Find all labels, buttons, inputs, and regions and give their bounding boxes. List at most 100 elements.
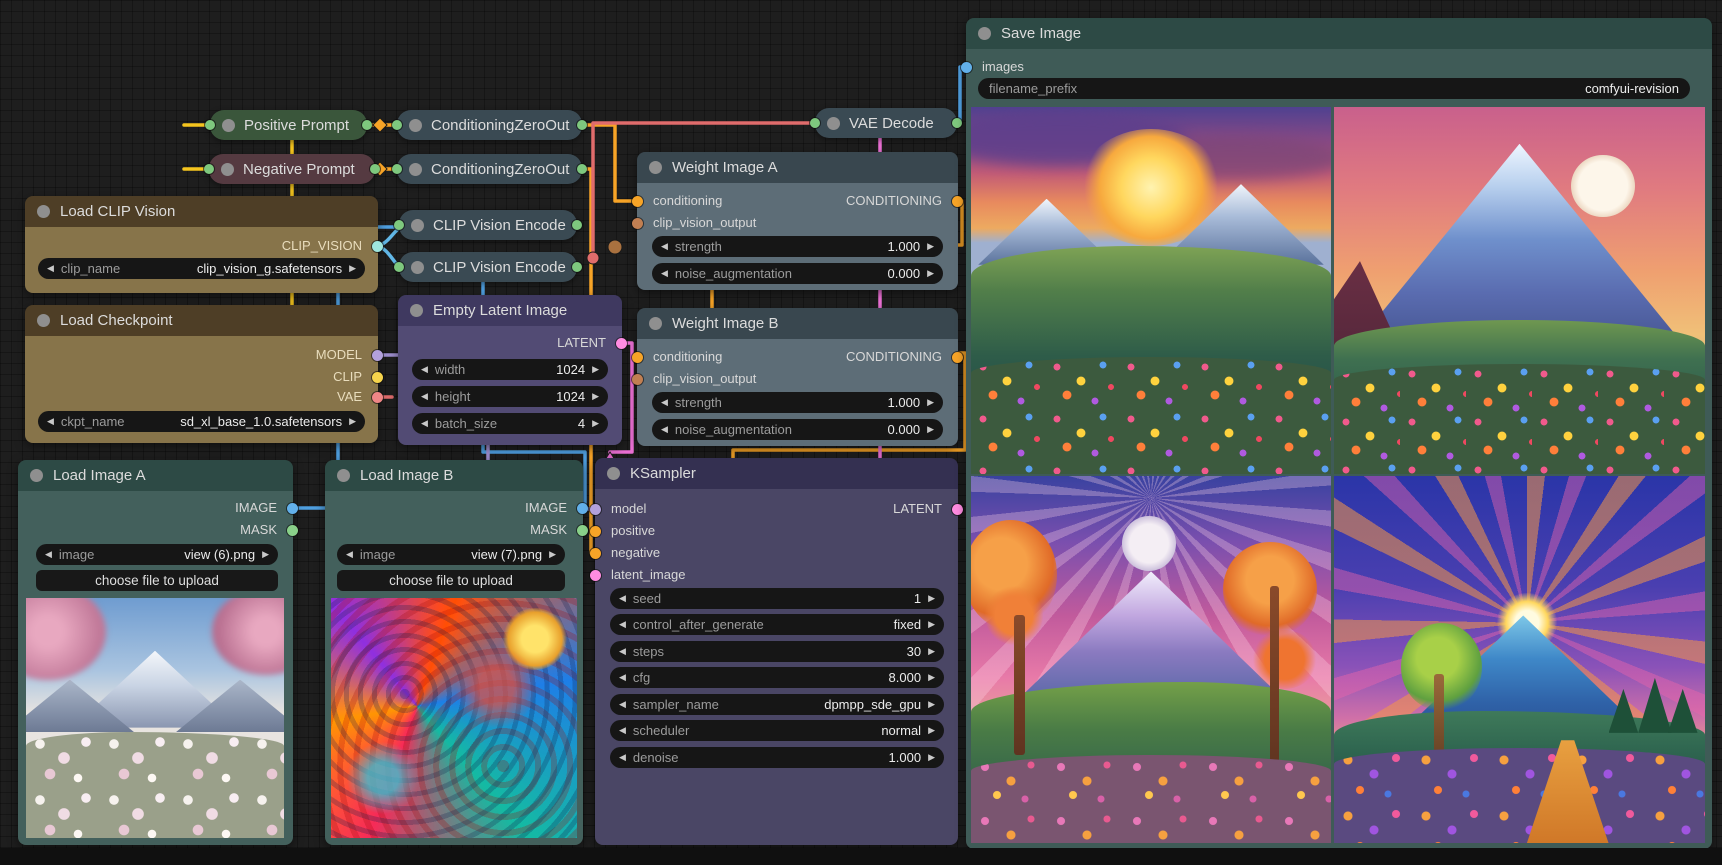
denoise-widget[interactable]: ◀ denoise 1.000 ▶: [610, 747, 944, 768]
noise-augmentation-widget[interactable]: ◀ noise_augmentation 0.000 ▶: [652, 419, 943, 440]
steps-widget[interactable]: ◀ steps 30 ▶: [610, 641, 944, 662]
port-clip-vision-output[interactable]: [372, 241, 383, 252]
collapse-toggle[interactable]: [410, 304, 423, 317]
cfg-widget[interactable]: ◀ cfg 8.000 ▶: [610, 667, 944, 688]
port-conditioning-in[interactable]: [632, 196, 643, 207]
collapse-toggle[interactable]: [649, 317, 662, 330]
prev-arrow-icon[interactable]: ◀: [47, 258, 54, 279]
node-header[interactable]: Weight Image B: [637, 308, 958, 339]
node-header[interactable]: Load CLIP Vision: [25, 196, 378, 227]
collapse-toggle[interactable]: [978, 27, 991, 40]
control-after-generate-widget[interactable]: ◀ control_after_generate fixed ▶: [610, 614, 944, 635]
filename-prefix-widget[interactable]: filename_prefix comfyui-revision: [978, 78, 1690, 99]
port-latent[interactable]: [616, 338, 627, 349]
next-arrow-icon[interactable]: ▶: [927, 392, 934, 413]
prev-arrow-icon[interactable]: ◀: [47, 411, 54, 432]
collapse-toggle[interactable]: [649, 161, 662, 174]
image-widget[interactable]: ◀ image view (6).png ▶: [36, 544, 278, 565]
node-header[interactable]: KSampler: [595, 458, 958, 489]
next-arrow-icon[interactable]: ▶: [592, 386, 599, 407]
node-header[interactable]: Load Checkpoint: [25, 305, 378, 336]
strength-widget[interactable]: ◀ strength 1.000 ▶: [652, 236, 943, 257]
height-widget[interactable]: ◀ height 1024 ▶: [412, 386, 608, 407]
collapsed-port-dot[interactable]: [810, 118, 820, 128]
image-widget[interactable]: ◀ image view (7).png ▶: [337, 544, 565, 565]
collapsed-port-dot[interactable]: [204, 164, 214, 174]
prev-arrow-icon[interactable]: ◀: [619, 588, 626, 609]
collapse-toggle[interactable]: [411, 219, 424, 232]
reroute-dot-clip-vision-output[interactable]: [608, 240, 622, 254]
next-arrow-icon[interactable]: ▶: [349, 411, 356, 432]
port-mask[interactable]: [577, 525, 588, 536]
next-arrow-icon[interactable]: ▶: [928, 694, 935, 715]
collapsed-port-dot[interactable]: [205, 120, 215, 130]
prev-arrow-icon[interactable]: ◀: [421, 386, 428, 407]
collapsed-port-dot[interactable]: [394, 262, 404, 272]
collapse-toggle[interactable]: [409, 163, 422, 176]
node-load-checkpoint[interactable]: Load Checkpoint MODEL CLIP VAE ◀ ckpt_na…: [25, 305, 378, 443]
port-clip-vision-output-in[interactable]: [632, 218, 643, 229]
width-widget[interactable]: ◀ width 1024 ▶: [412, 359, 608, 380]
port-vae[interactable]: [372, 392, 383, 403]
next-arrow-icon[interactable]: ▶: [592, 413, 599, 434]
collapse-toggle[interactable]: [30, 469, 43, 482]
sampler-name-widget[interactable]: ◀ sampler_name dpmpp_sde_gpu ▶: [610, 694, 944, 715]
port-positive-in[interactable]: [590, 526, 601, 537]
next-arrow-icon[interactable]: ▶: [928, 720, 935, 741]
prev-arrow-icon[interactable]: ◀: [661, 392, 668, 413]
collapse-toggle[interactable]: [409, 119, 422, 132]
prev-arrow-icon[interactable]: ◀: [619, 747, 626, 768]
collapsed-port-dot[interactable]: [572, 262, 582, 272]
next-arrow-icon[interactable]: ▶: [928, 614, 935, 635]
next-arrow-icon[interactable]: ▶: [928, 747, 935, 768]
port-clip-vision-output-in[interactable]: [632, 374, 643, 385]
prev-arrow-icon[interactable]: ◀: [661, 263, 668, 284]
collapsed-port-dot[interactable]: [577, 164, 587, 174]
node-header[interactable]: Weight Image A: [637, 152, 958, 183]
collapse-toggle[interactable]: [222, 119, 235, 132]
collapse-toggle[interactable]: [37, 314, 50, 327]
collapsed-port-dot[interactable]: [362, 120, 372, 130]
reroute-dot-vae[interactable]: [587, 252, 599, 264]
collapsed-port-dot[interactable]: [572, 220, 582, 230]
noise-augmentation-widget[interactable]: ◀ noise_augmentation 0.000 ▶: [652, 263, 943, 284]
collapse-toggle[interactable]: [337, 469, 350, 482]
port-latent-image-in[interactable]: [590, 570, 601, 581]
port-negative-in[interactable]: [590, 548, 601, 559]
node-clip-vision-encode-1[interactable]: CLIP Vision Encode: [399, 210, 577, 240]
next-arrow-icon[interactable]: ▶: [928, 667, 935, 688]
node-negative-prompt[interactable]: Negative Prompt: [209, 154, 375, 184]
node-ksampler[interactable]: KSampler model LATENT positive negative …: [595, 458, 958, 845]
prev-arrow-icon[interactable]: ◀: [619, 667, 626, 688]
prev-arrow-icon[interactable]: ◀: [421, 413, 428, 434]
collapse-toggle[interactable]: [37, 205, 50, 218]
node-load-image-b[interactable]: Load Image B IMAGE MASK ◀ image view (7)…: [325, 460, 583, 845]
clip-name-widget[interactable]: ◀ clip_name clip_vision_g.safetensors ▶: [38, 258, 365, 279]
next-arrow-icon[interactable]: ▶: [592, 359, 599, 380]
node-conditioning-zero-out-2[interactable]: ConditioningZeroOut: [397, 154, 582, 184]
collapsed-port-dot[interactable]: [577, 120, 587, 130]
next-arrow-icon[interactable]: ▶: [927, 419, 934, 440]
port-clip[interactable]: [372, 372, 383, 383]
scheduler-widget[interactable]: ◀ scheduler normal ▶: [610, 720, 944, 741]
node-load-image-a[interactable]: Load Image A IMAGE MASK ◀ image view (6)…: [18, 460, 293, 845]
node-header[interactable]: Load Image A: [18, 460, 293, 491]
node-conditioning-zero-out-1[interactable]: ConditioningZeroOut: [397, 110, 582, 140]
next-arrow-icon[interactable]: ▶: [349, 258, 356, 279]
prev-arrow-icon[interactable]: ◀: [619, 641, 626, 662]
ckpt-name-widget[interactable]: ◀ ckpt_name sd_xl_base_1.0.safetensors ▶: [38, 411, 365, 432]
node-clip-vision-encode-2[interactable]: CLIP Vision Encode: [399, 252, 577, 282]
collapsed-port-dot[interactable]: [392, 120, 402, 130]
prev-arrow-icon[interactable]: ◀: [346, 544, 353, 565]
port-latent-out[interactable]: [952, 504, 963, 515]
next-arrow-icon[interactable]: ▶: [927, 263, 934, 284]
next-arrow-icon[interactable]: ▶: [549, 544, 556, 565]
reroute-diamond-positive[interactable]: [373, 118, 387, 132]
collapsed-port-dot[interactable]: [394, 220, 404, 230]
collapse-toggle[interactable]: [827, 117, 840, 130]
node-positive-prompt[interactable]: Positive Prompt: [210, 110, 367, 140]
collapsed-port-dot[interactable]: [370, 164, 380, 174]
next-arrow-icon[interactable]: ▶: [928, 641, 935, 662]
port-conditioning-in[interactable]: [632, 352, 643, 363]
seed-widget[interactable]: ◀ seed 1 ▶: [610, 588, 944, 609]
